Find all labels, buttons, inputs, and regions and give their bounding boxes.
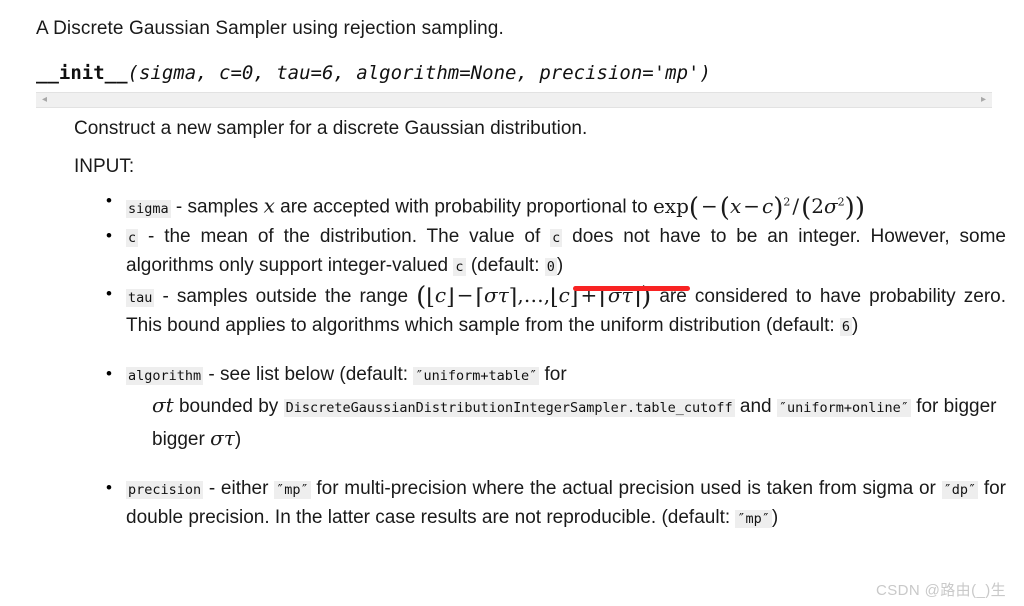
algorithm-seg3: bounded by [173, 395, 284, 417]
c-seg3: (default: [465, 254, 545, 276]
algorithm-default-value: ″uniform+table″ [413, 366, 540, 385]
precision-default-wrap: ″mp″) [735, 507, 778, 528]
scroll-right-arrow-icon[interactable]: ▸ [975, 95, 992, 105]
sigma-text-before: - samples [170, 196, 264, 218]
algorithm-alt-value: ″uniform+online″ [776, 398, 911, 417]
algorithm-seg4: and [734, 395, 777, 417]
list-item-c: c - the mean of the distribution. The va… [104, 222, 1024, 281]
precision-seg4: ) [771, 506, 779, 528]
parameter-list: sigma - samples x are accepted with prob… [0, 187, 1024, 533]
list-item-algorithm: algorithm - see list below (default: ″un… [104, 360, 1024, 455]
precision-value-dp: ″dp″ [941, 480, 979, 499]
precision-seg1: - either [203, 477, 275, 499]
page-title: A Discrete Gaussian Sampler using reject… [36, 18, 504, 39]
algorithm-seg6: ) [234, 428, 242, 450]
scroll-left-arrow-icon[interactable]: ◂ [36, 95, 53, 105]
function-signature: __init__(sigma, c=0, tau=6, algorithm=No… [36, 58, 992, 88]
list-item-precision: precision - either ″mp″ for multi-precis… [104, 474, 1024, 533]
algorithm-seg1: - see list below (default: [203, 363, 414, 385]
math-variable-x: x [263, 193, 275, 218]
param-ref-c-2: c [453, 257, 466, 276]
c-default-value: 0 [544, 257, 557, 276]
precision-seg2: for multi-precision where the actual pre… [310, 477, 942, 499]
param-name-tau: tau [126, 288, 155, 307]
horizontal-scrollbar[interactable]: ◂ ▸ [36, 92, 992, 108]
math-sigma-t: σt [152, 392, 174, 417]
construct-description: Construct a new sampler for a discrete G… [74, 118, 588, 139]
code-reference-table-cutoff: DiscreteGaussianDistributionIntegerSampl… [283, 398, 735, 417]
precision-value-mp: ″mp″ [274, 480, 311, 499]
param-name-precision: precision [126, 480, 204, 499]
algorithm-continuation-line-2: bigger στ) [152, 423, 1006, 455]
tau-seg3: ) [852, 314, 859, 336]
sigma-text-mid: are accepted with probability proportion… [274, 196, 653, 218]
input-heading: INPUT: [74, 156, 135, 177]
function-name: __init__ [36, 62, 128, 84]
documentation-body: Construct a new sampler for a discrete G… [0, 116, 1024, 533]
algorithm-seg2: for [539, 363, 567, 385]
param-name-sigma: sigma [126, 199, 171, 218]
watermark: CSDN @路由(_)生 [875, 582, 1006, 599]
scrollbar-thumb[interactable] [53, 93, 975, 107]
tau-seg1: - samples outside the range [154, 285, 417, 307]
function-signature-block: __init__(sigma, c=0, tau=6, algorithm=No… [36, 58, 992, 88]
c-seg4: ) [556, 254, 564, 276]
c-seg1: - the mean of the distribution. The valu… [138, 225, 551, 247]
documentation-page: A Discrete Gaussian Sampler using reject… [0, 0, 1024, 606]
algorithm-continuation-line-1: σt bounded by DiscreteGaussianDistributi… [152, 390, 1006, 423]
algorithm-seg5: for bigger [910, 395, 997, 417]
list-item-tau: tau - samples outside the range (⌊c⌋−⌈στ… [104, 280, 1024, 341]
param-name-c: c [126, 228, 139, 247]
red-underline-annotation [573, 286, 690, 291]
list-item-sigma: sigma - samples x are accepted with prob… [104, 187, 1024, 223]
algorithm-bigger-label: bigger [152, 428, 211, 450]
precision-default-value: ″mp″ [735, 509, 772, 528]
math-exp-expression: exp(−(x − c)2/(2σ2)) [652, 192, 865, 223]
param-name-algorithm: algorithm [126, 366, 204, 385]
tau-default-value: 6 [839, 317, 853, 336]
math-sigma-tau: στ [210, 425, 235, 450]
param-ref-c-1: c [550, 228, 563, 247]
function-arguments: (sigma, c=0, tau=6, algorithm=None, prec… [127, 62, 711, 84]
